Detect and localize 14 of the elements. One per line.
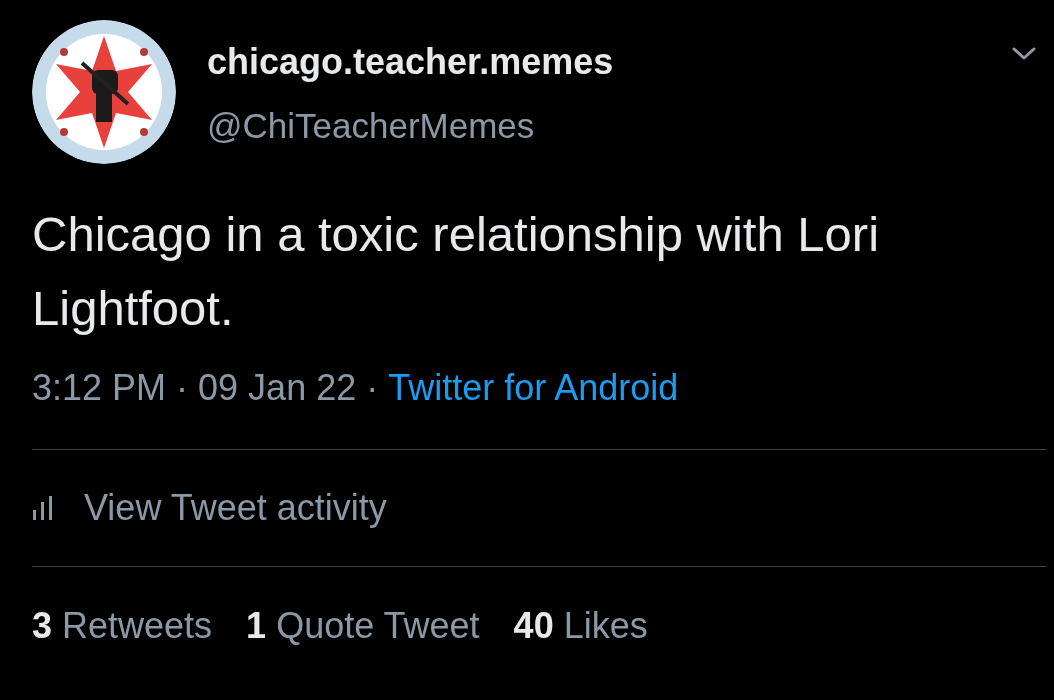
stat-link[interactable]: 1 Quote Tweet <box>246 599 480 653</box>
stat-link[interactable]: 40 Likes <box>513 599 648 653</box>
bar-chart-icon <box>32 496 54 520</box>
chevron-down-icon[interactable] <box>1011 46 1037 62</box>
separator-dot: · <box>366 366 379 410</box>
author-name[interactable]: chicago.teacher.memes <box>207 40 1011 84</box>
separator-dot: · <box>176 366 189 410</box>
source-link[interactable]: Twitter for Android <box>388 363 679 413</box>
tweet-text: Chicago in a toxic relationship with Lori Lightfoot. <box>32 206 881 337</box>
timestamp-text: 3:12 PM <box>32 366 167 410</box>
timestamp-text: 09 Jan 22 <box>198 366 357 410</box>
author-handle[interactable]: @ChiTeacherMemes <box>207 104 1011 148</box>
tweet-activity-button[interactable]: View Tweet activity <box>32 481 387 535</box>
stat-link[interactable]: 3 Retweets <box>32 599 213 653</box>
